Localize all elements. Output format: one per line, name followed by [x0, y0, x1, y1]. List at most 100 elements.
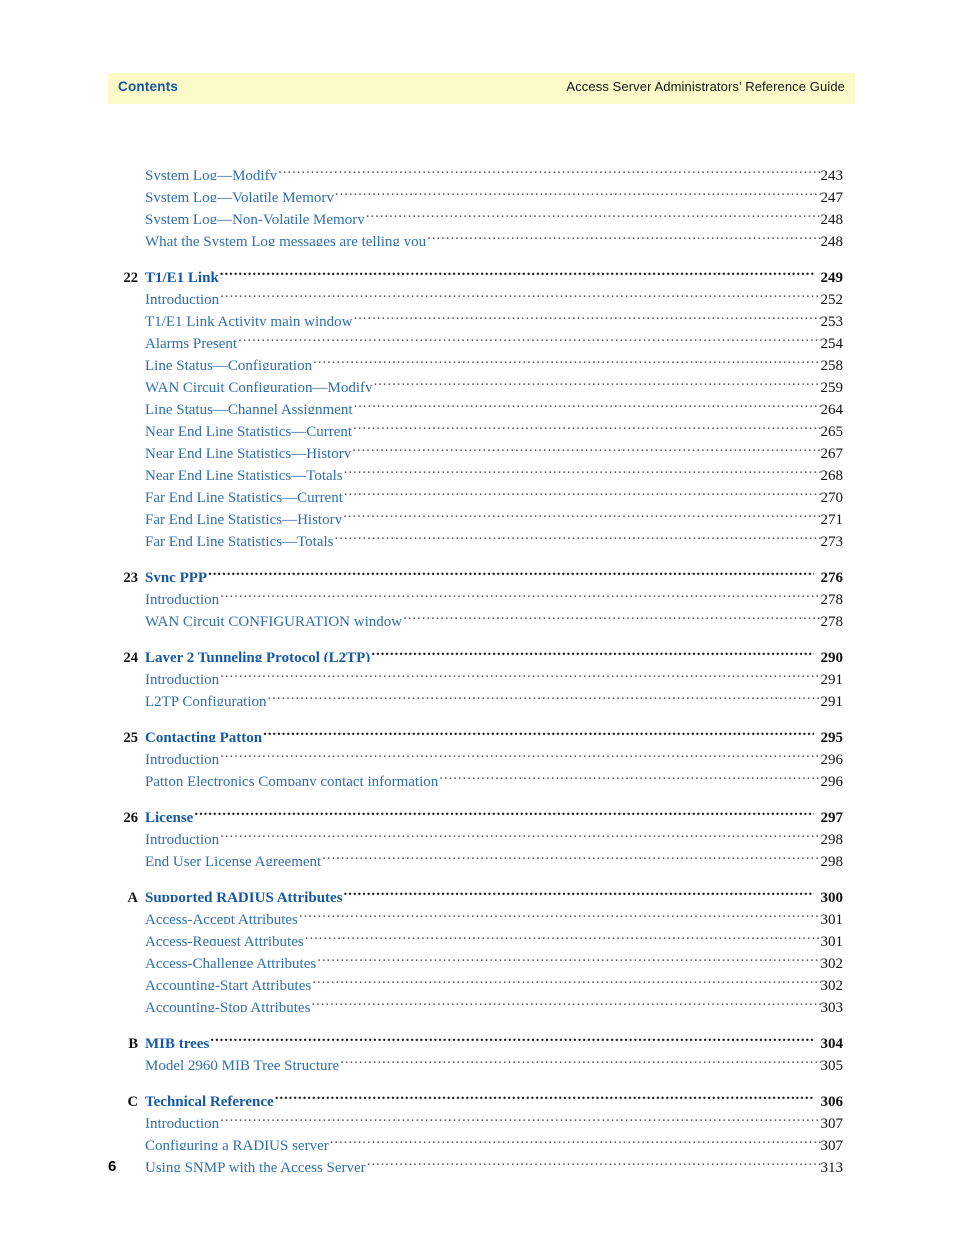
- toc-entry-row[interactable]: Near End Line Statistics—Totals 268: [108, 458, 843, 480]
- toc-entry-page-number[interactable]: 297: [814, 807, 844, 822]
- toc-entry-row[interactable]: System Log—Non-Volatile Memory 248: [108, 202, 843, 224]
- toc-entry-title[interactable]: Accounting-Start Attributes: [145, 975, 312, 990]
- toc-entry-page-number[interactable]: 252: [821, 289, 844, 304]
- toc-entry-row[interactable]: Model 2960 MIB Tree Structure 305: [108, 1048, 843, 1070]
- toc-entry-title[interactable]: Near End Line Statistics—History: [145, 443, 352, 458]
- toc-chapter-row[interactable]: C Technical Reference 306: [108, 1084, 843, 1106]
- toc-entry-row[interactable]: WAN Circuit Configuration—Modify 259: [108, 370, 843, 392]
- toc-entry-row[interactable]: System Log—Volatile Memory 247: [108, 180, 843, 202]
- toc-entry-row[interactable]: Near End Line Statistics—History 267: [108, 436, 843, 458]
- toc-entry-row[interactable]: Far End Line Statistics—Totals 273: [108, 524, 843, 546]
- toc-entry-title[interactable]: T1/E1 Link: [145, 267, 220, 282]
- toc-entry-row[interactable]: Access-Request Attributes 301: [108, 924, 843, 946]
- toc-entry-row[interactable]: Introduction 291: [108, 662, 843, 684]
- toc-entry-row[interactable]: Alarms Present 254: [108, 326, 843, 348]
- toc-entry-title[interactable]: Introduction: [145, 589, 220, 604]
- toc-entry-title[interactable]: Technical Reference: [145, 1091, 275, 1106]
- toc-entry-title[interactable]: MIB trees: [145, 1033, 210, 1048]
- toc-entry-title[interactable]: Configuring a RADIUS server: [145, 1135, 330, 1150]
- toc-entry-page-number[interactable]: 253: [821, 311, 844, 326]
- toc-entry-row[interactable]: T1/E1 Link Activity main window 253: [108, 304, 843, 326]
- toc-entry-title[interactable]: Far End Line Statistics—Totals: [145, 531, 335, 546]
- toc-entry-page-number[interactable]: 265: [821, 421, 844, 436]
- toc-entry-title[interactable]: Contacting Patton: [145, 727, 263, 742]
- toc-entry-row[interactable]: L2TP Configuration 291: [108, 684, 843, 706]
- toc-entry-row[interactable]: Access-Challenge Attributes 302: [108, 946, 843, 968]
- toc-entry-row[interactable]: Introduction 252: [108, 282, 843, 304]
- toc-entry-row[interactable]: Introduction 298: [108, 822, 843, 844]
- toc-entry-title[interactable]: Accounting-Stop Attributes: [145, 997, 311, 1012]
- toc-entry-row[interactable]: Configuring a RADIUS server 307: [108, 1128, 843, 1150]
- toc-entry-page-number[interactable]: 248: [821, 231, 844, 246]
- toc-entry-row[interactable]: Near End Line Statistics—Current 265: [108, 414, 843, 436]
- toc-entry-page-number[interactable]: 313: [821, 1157, 844, 1172]
- toc-entry-page-number[interactable]: 278: [821, 589, 844, 604]
- toc-entry-row[interactable]: System Log—Modify 243: [108, 158, 843, 180]
- toc-entry-page-number[interactable]: 270: [821, 487, 844, 502]
- toc-entry-page-number[interactable]: 271: [821, 509, 844, 524]
- toc-entry-row[interactable]: Accounting-Stop Attributes 303: [108, 990, 843, 1012]
- toc-entry-page-number[interactable]: 247: [821, 187, 844, 202]
- toc-entry-page-number[interactable]: 295: [814, 727, 844, 742]
- toc-entry-page-number[interactable]: 267: [821, 443, 844, 458]
- toc-entry-page-number[interactable]: 301: [821, 931, 844, 946]
- toc-entry-page-number[interactable]: 298: [821, 829, 844, 844]
- toc-entry-title[interactable]: System Log—Non-Volatile Memory: [145, 209, 366, 224]
- toc-entry-title[interactable]: Introduction: [145, 1113, 220, 1128]
- toc-entry-title[interactable]: Access-Accept Attributes: [145, 909, 299, 924]
- toc-entry-title[interactable]: Introduction: [145, 289, 220, 304]
- toc-entry-title[interactable]: T1/E1 Link Activity main window: [145, 311, 353, 326]
- toc-entry-title[interactable]: Model 2960 MIB Tree Structure: [145, 1055, 340, 1070]
- toc-entry-title[interactable]: Patton Electronics Company contact infor…: [145, 771, 439, 786]
- toc-chapter-row[interactable]: 22 T1/E1 Link 249: [108, 260, 844, 282]
- toc-entry-page-number[interactable]: 291: [821, 691, 844, 706]
- toc-chapter-row[interactable]: 23 Sync PPP 276: [108, 560, 844, 582]
- toc-entry-title[interactable]: Line Status—Configuration: [145, 355, 313, 370]
- toc-entry-page-number[interactable]: 300: [814, 887, 844, 902]
- toc-entry-title[interactable]: Sync PPP: [145, 567, 208, 582]
- toc-entry-page-number[interactable]: 302: [821, 975, 844, 990]
- toc-entry-title[interactable]: Alarms Present: [145, 333, 238, 348]
- toc-chapter-row[interactable]: B MIB trees 304: [108, 1026, 843, 1048]
- toc-entry-title[interactable]: WAN Circuit Configuration—Modify: [145, 377, 373, 392]
- toc-entry-row[interactable]: Far End Line Statistics—Current 270: [108, 480, 843, 502]
- toc-entry-title[interactable]: Access-Request Attributes: [145, 931, 305, 946]
- toc-entry-title[interactable]: Using SNMP with the Access Server: [145, 1157, 367, 1172]
- toc-entry-row[interactable]: What the System Log messages are telling…: [108, 224, 843, 246]
- toc-entry-row[interactable]: Patton Electronics Company contact infor…: [108, 764, 843, 786]
- toc-entry-page-number[interactable]: 302: [821, 953, 844, 968]
- toc-entry-row[interactable]: Access-Accept Attributes 301: [108, 902, 843, 924]
- toc-entry-title[interactable]: L2TP Configuration: [145, 691, 268, 706]
- toc-entry-page-number[interactable]: 304: [814, 1033, 844, 1048]
- toc-entry-page-number[interactable]: 307: [821, 1135, 844, 1150]
- toc-chapter-row[interactable]: 26 License 297: [108, 800, 844, 822]
- toc-entry-page-number[interactable]: 254: [821, 333, 844, 348]
- toc-entry-page-number[interactable]: 276: [814, 567, 844, 582]
- toc-entry-title[interactable]: Line Status—Channel Assignment: [145, 399, 354, 414]
- toc-entry-page-number[interactable]: 264: [821, 399, 844, 414]
- toc-entry-page-number[interactable]: 290: [814, 647, 844, 662]
- toc-entry-page-number[interactable]: 291: [821, 669, 844, 684]
- toc-entry-row[interactable]: Introduction 296: [108, 742, 843, 764]
- toc-entry-page-number[interactable]: 243: [821, 165, 844, 180]
- toc-entry-page-number[interactable]: 278: [821, 611, 844, 626]
- toc-chapter-row[interactable]: 25 Contacting Patton 295: [108, 720, 844, 742]
- toc-entry-page-number[interactable]: 268: [821, 465, 844, 480]
- toc-entry-row[interactable]: Far End Line Statistics—History 271: [108, 502, 843, 524]
- toc-entry-page-number[interactable]: 305: [821, 1055, 844, 1070]
- toc-entry-page-number[interactable]: 248: [821, 209, 844, 224]
- toc-chapter-row[interactable]: A Supported RADIUS Attributes 300: [108, 880, 843, 902]
- toc-entry-row[interactable]: Accounting-Start Attributes 302: [108, 968, 843, 990]
- toc-entry-title[interactable]: End User License Agreement: [145, 851, 322, 866]
- toc-entry-row[interactable]: Introduction 278: [108, 582, 843, 604]
- toc-entry-title[interactable]: Near End Line Statistics—Totals: [145, 465, 344, 480]
- toc-entry-title[interactable]: Far End Line Statistics—History: [145, 509, 343, 524]
- toc-entry-title[interactable]: License: [145, 807, 194, 822]
- toc-entry-title[interactable]: Near End Line Statistics—Current: [145, 421, 353, 436]
- toc-entry-page-number[interactable]: 307: [821, 1113, 844, 1128]
- toc-entry-page-number[interactable]: 301: [821, 909, 844, 924]
- toc-entry-title[interactable]: Introduction: [145, 669, 220, 684]
- toc-entry-title[interactable]: Introduction: [145, 749, 220, 764]
- toc-entry-page-number[interactable]: 249: [814, 267, 844, 282]
- toc-entry-title[interactable]: What the System Log messages are telling…: [145, 231, 427, 246]
